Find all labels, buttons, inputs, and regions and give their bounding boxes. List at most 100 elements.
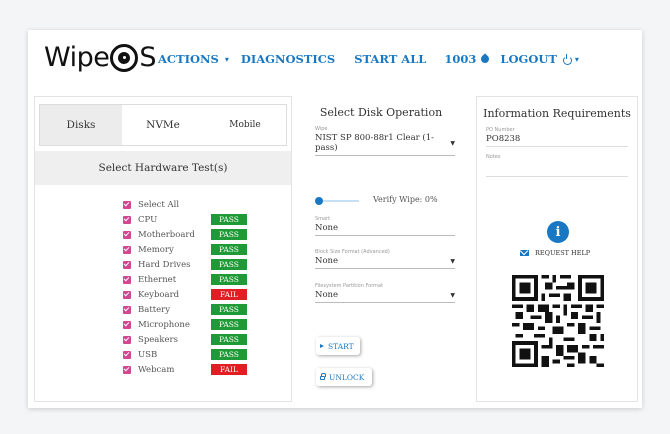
user-menu[interactable]: 1003 (444, 52, 492, 66)
test-row-usb[interactable]: USB PASS (123, 347, 247, 362)
actions-menu[interactable]: ACTIONS ▾ (158, 52, 229, 66)
test-row-webcam[interactable]: Webcam FAIL (123, 362, 247, 377)
logout-menu[interactable]: LOGOUT ▾ (500, 52, 579, 66)
device-tabs: Disks NVMe Mobile (39, 104, 287, 146)
po-number-field[interactable]: PO Number PO8238 (486, 127, 628, 147)
dropdown-arrow-icon: ▼ (450, 291, 455, 299)
test-row-keyboard[interactable]: Keyboard FAIL (123, 287, 247, 302)
checkbox-checked-icon[interactable] (123, 260, 131, 269)
checkbox-checked-icon[interactable] (123, 215, 131, 224)
tab-disks[interactable]: Disks (40, 105, 122, 145)
smart-field[interactable]: Smart None (315, 216, 455, 236)
test-row-hard-drives[interactable]: Hard Drives PASS (123, 257, 247, 272)
test-row-speakers[interactable]: Speakers PASS (123, 332, 247, 347)
checkbox-checked-icon[interactable] (123, 305, 131, 314)
test-label: Select All (138, 199, 180, 210)
mail-icon (520, 250, 529, 256)
information-panel: Information Requirements PO Number PO823… (476, 96, 638, 402)
information-title: Information Requirements (483, 107, 631, 120)
dropdown-arrow-icon: ▼ (450, 257, 455, 265)
po-number-input-value: PO8238 (486, 134, 521, 144)
request-help-label: REQUEST HELP (535, 249, 591, 257)
tab-nvme[interactable]: NVMe (122, 105, 204, 145)
start-all-button[interactable]: START ALL (354, 52, 426, 66)
checkbox-checked-icon[interactable] (123, 350, 131, 359)
notes-field[interactable]: Notes (486, 154, 628, 177)
logo-text-right: S (139, 42, 156, 73)
main-nav: ACTIONS ▾ DIAGNOSTICS START ALL 1003 LOG… (158, 52, 579, 66)
tab-mobile[interactable]: Mobile (204, 105, 286, 145)
start-all-label: START ALL (354, 52, 427, 66)
checkbox-checked-icon[interactable] (123, 320, 131, 329)
test-row-motherboard[interactable]: Motherboard PASS (123, 227, 247, 242)
start-label: START (328, 341, 354, 351)
block-size-value: None ▼ (315, 256, 455, 269)
test-row-ethernet[interactable]: Ethernet PASS (123, 272, 247, 287)
verify-wipe-slider[interactable]: Verify Wipe: 0% (315, 194, 455, 208)
checkbox-checked-icon[interactable] (123, 275, 131, 284)
test-label: Motherboard (138, 229, 195, 240)
wipeos-logo: Wipe S (44, 42, 156, 73)
status-badge: PASS (211, 349, 247, 360)
unlock-label: UNLOCK (329, 372, 365, 382)
wipe-selected-value: NIST SP 800-88r1 Clear (1-pass) (315, 133, 434, 153)
lock-icon (320, 373, 326, 380)
slider-track (319, 200, 359, 202)
start-button[interactable]: START (316, 337, 360, 355)
test-label: Speakers (138, 334, 178, 345)
play-icon (320, 344, 324, 348)
status-badge: PASS (211, 229, 247, 240)
chevron-down-icon: ▾ (574, 54, 579, 64)
status-badge: PASS (211, 244, 247, 255)
diagnostics-label: DIAGNOSTICS (240, 52, 336, 66)
test-row-select-all[interactable]: Select All (123, 197, 195, 212)
test-row-microphone[interactable]: Microphone PASS (123, 317, 247, 332)
test-row-battery[interactable]: Battery PASS (123, 302, 247, 317)
user-id: 1003 (444, 52, 477, 66)
test-label: Battery (138, 304, 171, 315)
filesystem-select[interactable]: Filesystem Partition Format None ▼ (315, 283, 455, 303)
po-number-label: PO Number (486, 127, 515, 133)
checkbox-checked-icon[interactable] (123, 290, 131, 299)
unlock-button[interactable]: UNLOCK (316, 368, 372, 386)
chevron-down-icon: ▾ (224, 54, 229, 64)
status-badge: PASS (211, 259, 247, 270)
filesystem-label: Filesystem Partition Format (315, 283, 384, 289)
request-help-button[interactable]: REQUEST HELP (520, 249, 590, 257)
tab-label: NVMe (146, 119, 180, 131)
smart-value: None (315, 223, 455, 236)
test-label: Keyboard (138, 289, 180, 300)
slider-handle[interactable] (315, 197, 323, 205)
test-row-cpu[interactable]: CPU PASS (123, 212, 247, 227)
checkbox-checked-icon[interactable] (123, 335, 131, 344)
hardware-panel: Disks NVMe Mobile Select Hardware Test(s… (34, 96, 292, 402)
test-row-memory[interactable]: Memory PASS (123, 242, 247, 257)
status-badge: PASS (211, 214, 247, 225)
filesystem-value: None ▼ (315, 290, 455, 303)
wipe-value: NIST SP 800-88r1 Clear (1-pass) ▼ (315, 133, 455, 156)
status-badge: PASS (211, 334, 247, 345)
wipe-label: Wipe (315, 126, 328, 132)
status-badge: PASS (211, 304, 247, 315)
checkbox-checked-icon[interactable] (123, 365, 131, 374)
block-size-select[interactable]: Block Size Format (Advanced) None ▼ (315, 249, 455, 269)
checkbox-checked-icon[interactable] (123, 200, 131, 209)
diagnostics-link[interactable]: DIAGNOSTICS (241, 52, 335, 66)
po-number-value: PO8238 (486, 134, 628, 147)
checkbox-checked-icon[interactable] (123, 245, 131, 254)
logout-label: LOGOUT (500, 52, 557, 66)
logo-text-left: Wipe (44, 42, 110, 73)
filesystem-selected-value: None (315, 290, 339, 300)
user-icon (479, 53, 492, 65)
status-badge: FAIL (211, 289, 247, 300)
wipe-select[interactable]: Wipe NIST SP 800-88r1 Clear (1-pass) ▼ (315, 126, 455, 156)
block-size-label: Block Size Format (Advanced) (315, 249, 390, 255)
disk-operation-title: Select Disk Operation (319, 106, 443, 119)
test-label: Microphone (138, 319, 190, 330)
status-badge: PASS (211, 319, 247, 330)
checkbox-checked-icon[interactable] (123, 230, 131, 239)
tab-label: Mobile (229, 120, 261, 130)
test-label: Webcam (138, 364, 175, 375)
smart-selected-value: None (315, 223, 339, 233)
disk-operation-panel: Select Disk Operation Wipe NIST SP 800-8… (298, 96, 464, 402)
